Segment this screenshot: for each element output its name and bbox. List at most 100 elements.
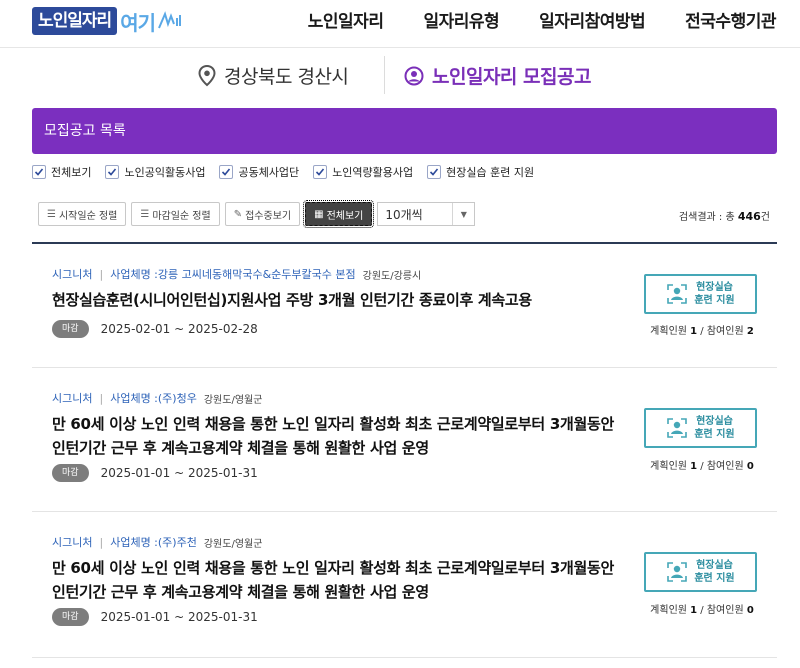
check-icon: [108, 168, 117, 176]
filter-checkboxes: 전체보기 노인공익활동사업 공동체사업단 노인역량활용사업 현장실습 훈련 지원: [32, 164, 548, 180]
company-name[interactable]: 강릉 고씨네동해막국수&순두부칼국수 본점: [158, 266, 356, 282]
result-count: 검색결과 : 총 446건: [679, 208, 770, 223]
nav-senior-jobs[interactable]: 노인일자리: [308, 10, 384, 34]
listing-category: 시그니처: [52, 268, 93, 281]
view-all-button[interactable]: ▦ 전체보기: [303, 200, 375, 228]
listing-meta: 시그니처 | 사업체명 : (주)주천 강원도/영월군: [52, 534, 262, 550]
listing-counts: 계획인원 1 / 참여인원 0: [632, 457, 772, 472]
participants-count: 0: [746, 461, 754, 472]
company-label: 사업체명 :: [110, 268, 158, 281]
listing-title[interactable]: 현장실습훈련(시니어인턴십)지원사업 주방 3개월 인턴기간 종료이후 계속고용: [52, 288, 632, 312]
region-selector[interactable]: 경상북도 경산시: [198, 62, 349, 89]
job-type-text: 현장실습 훈련 지원: [694, 559, 734, 585]
job-type-button[interactable]: 현장실습 훈련 지원: [644, 552, 757, 592]
page-title: 노인일자리 모집공고: [404, 62, 591, 89]
accepting-button[interactable]: ✎ 접수중보기: [224, 202, 301, 226]
job-type-text: 현장실습 훈련 지원: [694, 281, 734, 307]
sort-start-label: 시작일순 정렬: [58, 210, 118, 222]
nav-how-to-join[interactable]: 일자리참여방법: [539, 10, 645, 34]
plan-label: 계획인원: [650, 326, 691, 337]
filter-label: 전체보기: [51, 166, 92, 179]
job-listing[interactable]: 시그니처 | 사업체명 : 강릉 고씨네동해막국수&순두부칼국수 본점 강원도/강릉시…: [32, 244, 777, 368]
sort-end-button[interactable]: ☰ 마감일순 정렬: [131, 202, 220, 226]
location-divider: [384, 56, 385, 94]
sort-start-button[interactable]: ☰ 시작일순 정렬: [38, 202, 127, 226]
list-icon: ☰: [140, 208, 150, 220]
filter-field-training[interactable]: 현장실습 훈련 지원: [427, 164, 534, 180]
logo-mark-icon: [158, 11, 182, 29]
checkbox-checked[interactable]: [219, 165, 234, 179]
listing-title[interactable]: 만 60세 이상 노인 인력 채용을 통한 노인 일자리 활성화 최초 근로계약…: [52, 556, 632, 604]
listing-dates: 2025-01-01 ~ 2025-01-31: [100, 610, 258, 624]
filter-label: 공동체사업단: [238, 166, 300, 179]
job-listing[interactable]: 시그니처 | 사업체명 : (주)청우 강원도/영월군 만 60세 이상 노인 인력 …: [32, 368, 777, 512]
meta-separator: |: [99, 535, 104, 549]
listing-period: 마감 2025-01-01 ~ 2025-01-31: [52, 464, 258, 482]
job-listing[interactable]: 시그니처 | 사업체명 : (주)주천 강원도/영월군 만 60세 이상 노인 인력 …: [32, 512, 777, 658]
logo-accent-text: 여기: [120, 10, 156, 35]
site-logo[interactable]: 노인일자리 여기: [32, 6, 183, 36]
page-size-value: 10개씩: [385, 207, 423, 222]
job-type-line2: 훈련 지원: [694, 429, 735, 440]
list-icon: ☰: [47, 208, 56, 220]
filter-public-activity[interactable]: 노인공익활동사업: [105, 164, 205, 180]
grid-icon: ▦: [314, 208, 324, 220]
company-name[interactable]: (주)청우: [158, 390, 197, 406]
listing-dates: 2025-02-01 ~ 2025-02-28: [100, 322, 258, 336]
listing-title[interactable]: 만 60세 이상 노인 인력 채용을 통한 노인 일자리 활성화 최초 근로계약…: [52, 412, 632, 460]
logo-main-text: 노인일자리: [32, 7, 118, 35]
job-type-line1: 현장실습: [696, 560, 733, 571]
filter-label: 노인역량활용사업: [332, 166, 414, 179]
checkbox-checked[interactable]: [105, 165, 120, 179]
main-nav: 노인일자리 일자리유형 일자리참여방법 전국수행기관: [268, 10, 777, 34]
chevron-down-icon: ▼: [452, 203, 474, 225]
listing-period: 마감 2025-01-01 ~ 2025-01-31: [52, 608, 258, 626]
filter-capability[interactable]: 노인역량활용사업: [313, 164, 413, 180]
filter-label: 노인공익활동사업: [124, 166, 206, 179]
status-badge: 마감: [52, 608, 89, 626]
listing-divider: [32, 657, 777, 658]
meta-separator: |: [99, 267, 104, 281]
listing-meta: 시그니처 | 사업체명 : (주)청우 강원도/영월군: [52, 390, 262, 406]
participants-label: / 참여인원: [697, 461, 747, 472]
company-name[interactable]: (주)주천: [158, 534, 197, 550]
page-title-text: 노인일자리 모집공고: [432, 66, 591, 88]
checkbox-checked[interactable]: [427, 165, 442, 179]
nav-job-types[interactable]: 일자리유형: [423, 10, 499, 34]
listing-dates: 2025-01-01 ~ 2025-01-31: [100, 466, 258, 480]
check-icon: [430, 168, 439, 176]
listing-region: 강원도/강릉시: [362, 270, 422, 282]
nav-agencies[interactable]: 전국수행기관: [685, 10, 776, 34]
filter-all[interactable]: 전체보기: [32, 164, 91, 180]
plan-label: 계획인원: [650, 605, 691, 616]
job-type-button[interactable]: 현장실습 훈련 지원: [644, 408, 757, 448]
listing-meta: 시그니처 | 사업체명 : 강릉 고씨네동해막국수&순두부칼국수 본점 강원도/강릉시: [52, 266, 421, 282]
result-label: 검색결과 : 총: [678, 212, 738, 223]
plan-label: 계획인원: [650, 461, 691, 472]
status-badge: 마감: [52, 464, 89, 482]
region-label: 경상북도 경산시: [224, 66, 349, 88]
listing-region: 강원도/영월군: [203, 538, 263, 550]
meta-separator: |: [99, 391, 104, 405]
filter-label: 현장실습 훈련 지원: [446, 166, 535, 179]
participants-count: 2: [746, 326, 754, 337]
job-type-button[interactable]: 현장실습 훈련 지원: [644, 274, 757, 314]
filter-community[interactable]: 공동체사업단: [219, 164, 299, 180]
check-icon: [34, 168, 44, 176]
location-bar: 경상북도 경산시 노인일자리 모집공고: [0, 56, 800, 96]
list-header: 모집공고 목록: [32, 108, 777, 154]
location-pin-icon: [198, 64, 216, 86]
job-type-line1: 현장실습: [696, 282, 733, 293]
accepting-label: 접수중보기: [245, 210, 292, 222]
user-circle-icon: [404, 66, 424, 85]
page-size-select[interactable]: 10개씩 ▼: [377, 202, 476, 226]
pencil-icon: ✎: [233, 208, 243, 220]
listing-counts: 계획인원 1 / 참여인원 0: [632, 601, 772, 616]
check-icon: [222, 168, 231, 176]
result-number: 446: [737, 210, 761, 223]
checkbox-checked[interactable]: [32, 165, 46, 179]
site-header: 노인일자리 여기 노인일자리 일자리유형 일자리참여방법 전국수행기관: [0, 0, 800, 48]
view-all-label: 전체보기: [326, 210, 364, 222]
sort-end-label: 마감일순 정렬: [152, 210, 211, 222]
checkbox-checked[interactable]: [313, 165, 328, 179]
